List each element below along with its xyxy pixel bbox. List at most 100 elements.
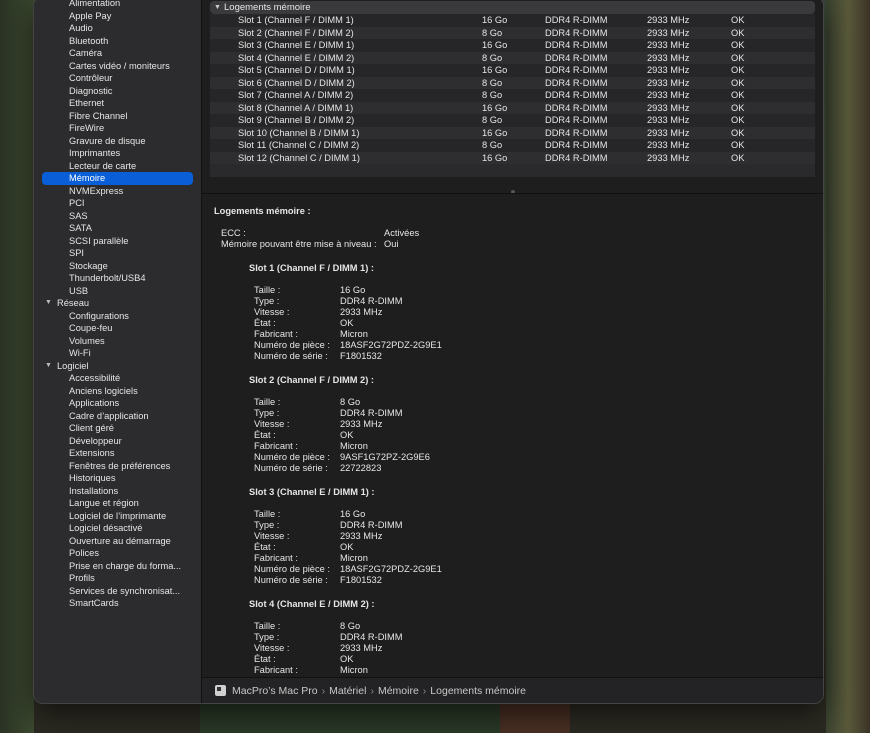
sidebar-item[interactable]: Gravure de disque [34,135,201,148]
sidebar-item[interactable]: Anciens logiciels [34,385,201,398]
sidebar-item[interactable]: SmartCards [34,597,201,610]
sidebar-item[interactable]: Ouverture au démarrage [34,535,201,548]
table-row[interactable]: Slot 7 (Channel A / DIMM 2) 8 Go DDR4 R-DI… [210,89,815,102]
path-item[interactable]: Logements mémoire [430,685,526,697]
chevron-down-icon[interactable]: ▼ [45,297,57,310]
slot-detail-row: État : OK [214,654,811,665]
status-cell: OK [731,102,745,113]
table-row[interactable]: Slot 12 (Channel C / DIMM 1) 16 Go DDR4 R-… [210,151,815,164]
slot-detail-row: Numéro de pièce : 9ASF1G72PZ-2G9E6 [214,452,811,463]
slot-detail-value: DDR4 R-DIMM [340,632,403,642]
table-row[interactable]: Slot 6 (Channel D / DIMM 2) 8 Go DDR4 R-DI… [210,76,815,89]
sidebar-group-logiciel[interactable]: ▼ Logiciel [34,360,201,373]
sidebar-item[interactable]: Client géré [34,422,201,435]
sidebar-item[interactable]: Accessibilité [34,372,201,385]
slot-name-cell: Slot 2 (Channel F / DIMM 2) [238,27,354,38]
table-row[interactable]: Slot 5 (Channel D / DIMM 1) 16 Go DDR4 R-D… [210,64,815,77]
slot-detail-row: Fabricant : Micron [214,553,811,564]
slot-name-cell: Slot 3 (Channel E / DIMM 1) [238,40,355,50]
status-cell: OK [731,152,745,163]
status-cell: OK [731,140,745,150]
path-item[interactable]: Mémoire [378,685,419,697]
sidebar-item[interactable]: Extensions [34,447,201,460]
slot-detail-value: 18ASF2G72PDZ-2G9E1 [340,340,442,350]
sidebar-item[interactable]: Configurations [34,310,201,323]
table-row[interactable]: Slot 4 (Channel E / DIMM 2) 8 Go DDR4 R-DI… [210,51,815,64]
table-row[interactable]: Slot 11 (Channel C / DIMM 2) 8 Go DDR4 R-D… [210,139,815,152]
table-row[interactable]: Slot 3 (Channel E / DIMM 1) 16 Go DDR4 R-D… [210,39,815,52]
sidebar-item[interactable]: Polices [34,547,201,560]
sidebar-item[interactable]: Services de synchronisat... [34,585,201,598]
slot-detail-row: Vitesse : 2933 MHz [214,643,811,654]
chevron-down-icon[interactable]: ▼ [214,1,224,14]
chevron-down-icon[interactable]: ▼ [45,360,57,373]
sidebar-item[interactable]: Cartes vidéo / moniteurs [34,60,201,73]
slot-detail-value: DDR4 R-DIMM [340,520,403,530]
speed-cell: 2933 MHz [647,15,690,25]
sidebar-item[interactable]: FireWire [34,122,201,135]
sidebar-item[interactable]: Applications [34,397,201,410]
table-row[interactable]: Slot 1 (Channel F / DIMM 1) 16 Go DDR4 R-D… [210,14,815,27]
sidebar-item[interactable]: Lecteur de carte [34,160,201,173]
size-cell: 8 Go [482,115,503,125]
slot-detail-title: Slot 4 (Channel E / DIMM 2) : [249,599,375,609]
sidebar-item[interactable]: PCI [34,197,201,210]
table-row[interactable]: Slot 8 (Channel A / DIMM 1) 16 Go DDR4 R-D… [210,101,815,114]
sidebar-item[interactable]: Cadre d’application [34,410,201,423]
upgradable-value: Oui [384,239,399,249]
sidebar-item[interactable]: Diagnostic [34,85,201,98]
sidebar-item[interactable]: Bluetooth [34,35,201,48]
path-item[interactable]: MacPro’s Mac Pro [232,685,318,697]
sidebar-item[interactable]: Ethernet [34,97,201,110]
sidebar-item[interactable]: SAS [34,210,201,223]
sidebar-item[interactable]: Wi-Fi [34,347,201,360]
sidebar-item[interactable]: Alimentation [34,0,201,10]
sidebar-item[interactable]: SCSI parallèle [34,235,201,248]
sidebar-item[interactable]: Imprimantes [34,147,201,160]
sidebar-item[interactable]: Prise en charge du forma... [34,560,201,573]
sidebar-item[interactable]: Apple Pay [34,10,201,23]
status-cell: OK [731,65,745,75]
sidebar-item[interactable]: Stockage [34,260,201,273]
sidebar-group-label: Logiciel [57,360,89,371]
sidebar-item[interactable]: Développeur [34,435,201,448]
size-cell: 8 Go [482,27,503,38]
slot-detail-value: Micron [340,553,368,563]
slot-detail-value: 2933 MHz [340,643,383,653]
slot-detail-label: Numéro de pièce : [254,340,330,350]
table-empty-row [210,164,815,177]
table-group-header[interactable]: ▼ Logements mémoire [210,1,815,14]
table-row[interactable]: Slot 2 (Channel F / DIMM 2) 8 Go DDR4 R-DI… [210,26,815,39]
sidebar-item[interactable]: Thunderbolt/USB4 [34,272,201,285]
sidebar-item[interactable]: Fenêtres de préférences [34,460,201,473]
table-row[interactable]: Slot 9 (Channel B / DIMM 2) 8 Go DDR4 R-DI… [210,114,815,127]
sidebar-item[interactable]: Logiciel désactivé [34,522,201,535]
sidebar-item[interactable]: Profils [34,572,201,585]
sidebar-item[interactable]: USB [34,285,201,298]
type-cell: DDR4 R-DIMM [545,27,608,38]
sidebar-item[interactable]: Langue et région [34,497,201,510]
slot-detail-label: État : [254,430,276,440]
sidebar-item[interactable]: Caméra [34,47,201,60]
slot-detail-row: Fabricant : Micron [214,665,811,676]
sidebar-item[interactable]: Volumes [34,335,201,348]
sidebar-item[interactable]: Logiciel de l’imprimante [34,510,201,523]
sidebar-item[interactable]: Installations [34,485,201,498]
sidebar-item[interactable]: Audio [34,22,201,35]
path-item[interactable]: Matériel [329,685,366,697]
sidebar-item[interactable]: Fibre Channel [34,110,201,123]
sidebar-item[interactable]: NVMExpress [34,185,201,198]
slot-detail-label: Numéro de pièce : [254,564,330,574]
sidebar-item[interactable]: Coupe-feu [34,322,201,335]
table-row[interactable]: Slot 10 (Channel B / DIMM 1) 16 Go DDR4 R-… [210,126,815,139]
size-cell: 8 Go [482,90,503,100]
type-cell: DDR4 R-DIMM [545,102,608,113]
sidebar-item[interactable]: SATA [34,222,201,235]
sidebar-item[interactable]: Contrôleur [34,72,201,85]
sidebar-item-memoire[interactable]: Mémoire [42,172,193,185]
sidebar-group-reseau[interactable]: ▼ Réseau [34,297,201,310]
split-divider[interactable] [202,193,823,194]
sidebar-item[interactable]: Historiques [34,472,201,485]
slot-detail-row: Numéro de série : 22722823 [214,463,811,474]
sidebar-item[interactable]: SPI [34,247,201,260]
